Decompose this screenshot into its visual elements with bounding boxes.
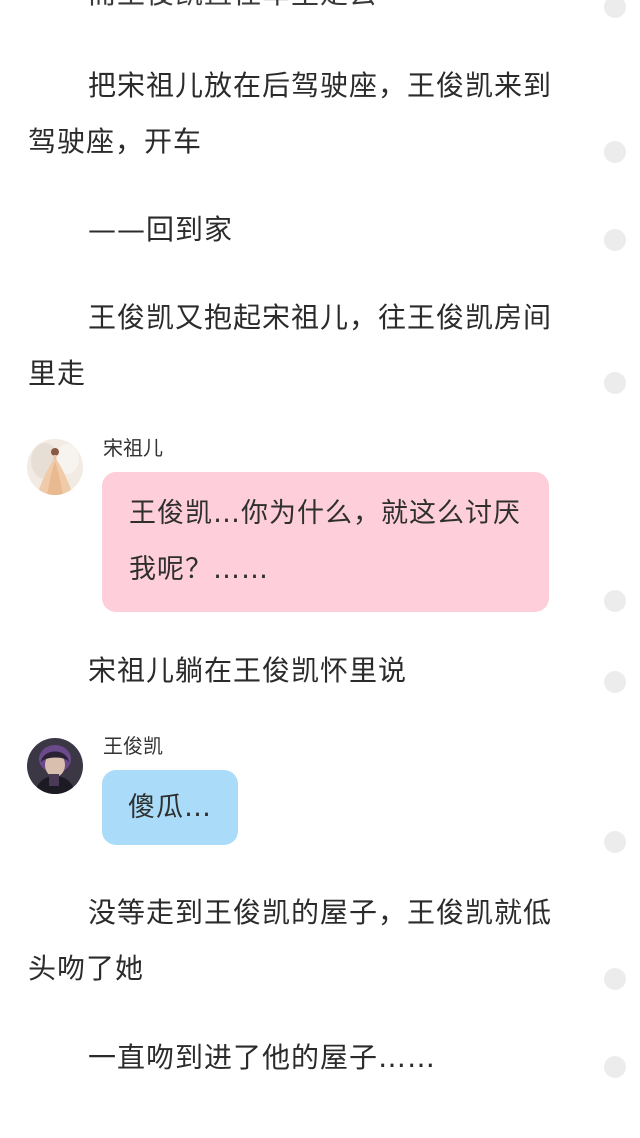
woman-in-dress-avatar-icon [27,439,83,495]
avatar-song-zuer[interactable] [27,439,83,495]
paragraph-comment-dot-icon[interactable] [604,590,626,612]
story-paragraph-6: 一直吻到进了他的屋子…… [88,1041,437,1074]
story-paragraph-5: 没等走到王俊凯的屋子，王俊凯就低头吻了她 [28,896,553,985]
paragraph-comment-dot-icon[interactable] [604,831,626,853]
paragraph-comment-dot-icon[interactable] [604,372,626,394]
paragraph-comment-dot-icon[interactable] [604,0,626,18]
avatar-wang-junkai[interactable] [27,738,83,794]
chat-speaker-name: 王俊凯 [103,734,163,758]
man-portrait-avatar-icon [27,738,83,794]
story-paragraph-0: 而王俊凯直往车里走去 [28,0,576,22]
paragraph-comment-dot-icon[interactable] [604,1056,626,1078]
story-paragraph-4: 宋祖儿躺在王俊凯怀里说 [88,654,408,687]
chat-speaker-name: 宋祖儿 [103,436,163,460]
story-paragraph-3: 王俊凯又抱起宋祖儿，往王俊凯房间里走 [28,301,553,390]
paragraph-comment-dot-icon[interactable] [604,229,626,251]
paragraph-comment-dot-icon[interactable] [604,671,626,693]
story-paragraph-2: ——回到家 [88,213,234,246]
chat-bubble-song-zuer: 王俊凯…你为什么，就这么讨厌我呢？…… [102,472,549,612]
paragraph-comment-dot-icon[interactable] [604,141,626,163]
story-paragraph-1: 把宋祖儿放在后驾驶座，王俊凯来到驾驶座，开车 [28,69,553,158]
chat-bubble-wang-junkai: 傻瓜… [102,770,238,845]
paragraph-comment-dot-icon[interactable] [604,968,626,990]
